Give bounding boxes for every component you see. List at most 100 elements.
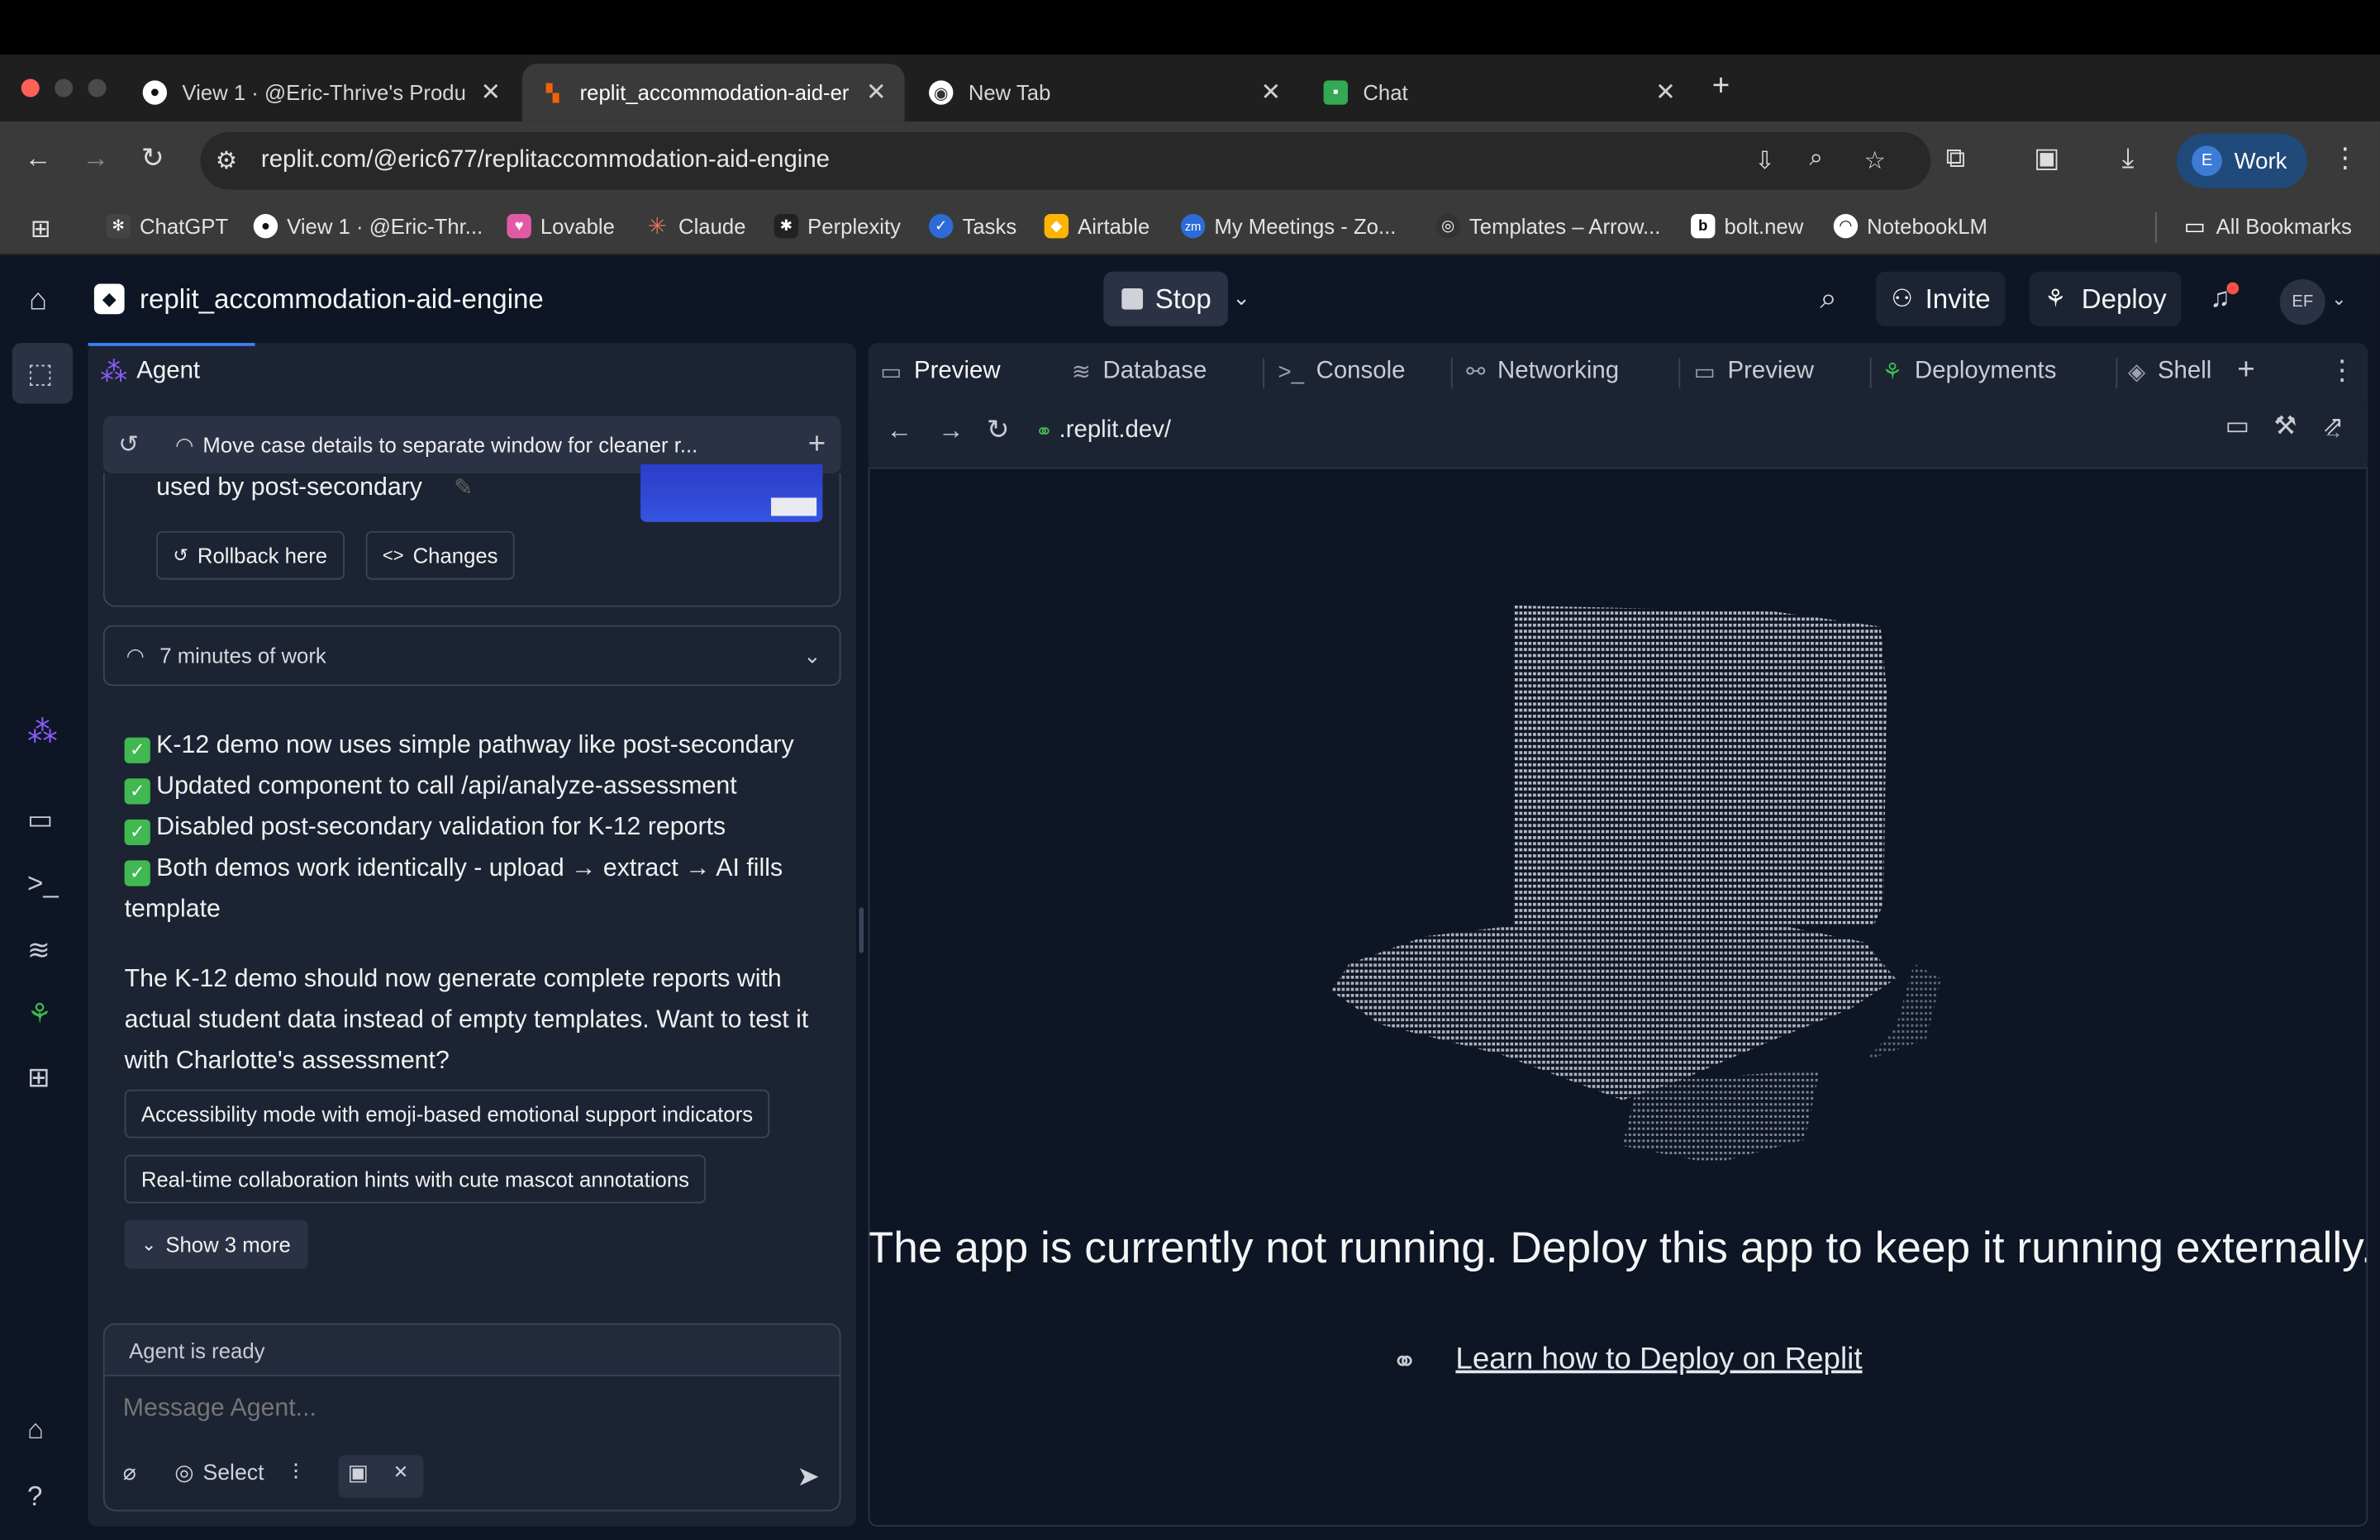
- install-app-icon[interactable]: ⇩: [1754, 145, 1775, 176]
- changes-button[interactable]: <> Changes: [365, 530, 515, 580]
- all-bookmarks-button[interactable]: ▭ All Bookmarks: [2182, 214, 2352, 240]
- checkpoint-title: Move case details to separate window for…: [202, 432, 698, 457]
- omnibox[interactable]: ⚙ replit.com/@eric677/replitaccommodatio…: [200, 131, 1931, 190]
- bookmark-label: NotebookLM: [1867, 213, 1987, 239]
- new-chat-icon[interactable]: +: [808, 427, 826, 462]
- stop-button[interactable]: Stop: [1103, 271, 1228, 326]
- console-icon[interactable]: >_: [27, 868, 59, 901]
- agent-icon[interactable]: ⁂: [27, 713, 58, 751]
- close-window-button[interactable]: [21, 78, 40, 97]
- back-icon[interactable]: ←: [887, 416, 912, 446]
- alerts-icon[interactable]: ⌂: [27, 1414, 44, 1447]
- remove-chip-icon[interactable]: ✕: [393, 1462, 408, 1483]
- omnibox-url[interactable]: replit.com/@eric677/replitaccommodation-…: [261, 147, 830, 174]
- browser-tab-chat[interactable]: ▪ Chat ✕: [1306, 64, 1694, 121]
- bookmark-tasks[interactable]: ✓ Tasks: [929, 213, 1016, 239]
- devtools-wrench-icon[interactable]: ⚒: [2273, 411, 2297, 442]
- tab-agent[interactable]: ⁂ Agent: [100, 343, 200, 401]
- bookmark-lovable[interactable]: ♥ Lovable: [507, 213, 615, 239]
- search-icon[interactable]: ⌕: [1820, 283, 1837, 317]
- repl-name[interactable]: replit_accommodation-aid-engine: [140, 283, 544, 316]
- attach-icon[interactable]: ⌀: [123, 1462, 136, 1485]
- bookmark-zoom[interactable]: zm My Meetings - Zo...: [1180, 213, 1396, 239]
- work-summary-toggle[interactable]: ◠ 7 minutes of work ⌄: [102, 625, 841, 687]
- tab-label: New Tab: [968, 80, 1051, 105]
- settings-sliders-icon[interactable]: ⫶: [293, 1462, 298, 1485]
- tab-database[interactable]: ≋ Database: [1072, 343, 1207, 401]
- apps-grid-icon[interactable]: ⊞: [31, 214, 51, 245]
- tab-shell[interactable]: ◈ Shell: [2128, 343, 2211, 401]
- profile-chip[interactable]: E Work: [2176, 133, 2307, 188]
- home-icon[interactable]: ⌂: [29, 283, 47, 318]
- bookmark-templates[interactable]: ◎ Templates – Arrow...: [1435, 213, 1660, 239]
- all-tools-icon[interactable]: ⊞: [27, 1062, 50, 1095]
- extensions-icon[interactable]: ⧉: [1946, 143, 1966, 175]
- tab-preview[interactable]: ▭ Preview: [880, 343, 1000, 401]
- select-element-button[interactable]: ◎ Select: [174, 1462, 264, 1485]
- edit-icon[interactable]: ✎: [454, 473, 473, 501]
- new-tab-icon[interactable]: +: [1712, 69, 1730, 104]
- bookmark-notebooklm[interactable]: ◠ NotebookLM: [1833, 213, 1987, 239]
- help-icon[interactable]: ?: [27, 1481, 42, 1514]
- screenshot-thumbnail[interactable]: [640, 464, 823, 522]
- minimize-window-button[interactable]: [55, 78, 74, 97]
- forward-icon[interactable]: →: [938, 416, 964, 446]
- invite-button[interactable]: ⚇ Invite: [1876, 271, 2006, 326]
- tab-deployments[interactable]: ⚘ Deployments: [1883, 343, 2057, 401]
- reload-icon[interactable]: ↻: [141, 143, 164, 175]
- tab-preview-2[interactable]: ▭ Preview: [1694, 343, 1814, 401]
- preview-url-bar[interactable]: ⚭ .replit.dev/ →: [1029, 409, 2350, 453]
- tab-networking[interactable]: ⚯ Networking: [1466, 343, 1619, 401]
- rollback-button[interactable]: ↺ Rollback here: [156, 530, 345, 580]
- shell-icon: ◈: [2128, 359, 2146, 386]
- close-tab-icon[interactable]: ✕: [1261, 78, 1282, 108]
- user-avatar[interactable]: EF: [2279, 278, 2325, 326]
- zoom-icon[interactable]: ⌕: [1809, 145, 1822, 173]
- more-options-icon[interactable]: ⋮: [2328, 355, 2355, 387]
- close-tab-icon[interactable]: ✕: [480, 78, 501, 108]
- close-tab-icon[interactable]: ✕: [1655, 78, 1676, 108]
- maximize-window-button[interactable]: [88, 78, 107, 97]
- preview-url[interactable]: .replit.dev/: [1059, 417, 1172, 444]
- cpu-icon[interactable]: ▣: [348, 1462, 369, 1485]
- panel-resize-handle[interactable]: [859, 907, 864, 953]
- reload-icon[interactable]: ↻: [987, 414, 1010, 446]
- preview-icon[interactable]: ▭: [27, 804, 53, 836]
- ascii-top-hat-illustration: [1330, 605, 1942, 1164]
- close-tab-icon[interactable]: ✕: [866, 78, 887, 108]
- message-agent-input[interactable]: [122, 1394, 821, 1424]
- link-icon: ⚭: [1392, 1346, 1418, 1380]
- open-new-window-icon[interactable]: ⇗: [2322, 411, 2344, 442]
- history-icon[interactable]: ↺: [118, 430, 139, 460]
- database-icon[interactable]: ≋: [27, 934, 50, 967]
- back-icon[interactable]: ←: [24, 143, 51, 175]
- chevron-down-icon[interactable]: ⌄: [2331, 288, 2346, 310]
- downloads-icon[interactable]: ⤓: [2122, 143, 2135, 175]
- learn-deploy-link[interactable]: Learn how to Deploy on Replit: [1455, 1343, 1862, 1377]
- bookmark-github[interactable]: ● View 1 · @Eric-Thr...: [253, 213, 483, 239]
- device-toggle-icon[interactable]: ▭: [2225, 411, 2250, 442]
- chevron-down-icon[interactable]: ⌄: [1232, 285, 1250, 311]
- add-tab-icon[interactable]: +: [2237, 354, 2254, 388]
- bookmark-star-icon[interactable]: ☆: [1864, 145, 1885, 176]
- send-icon[interactable]: ➤: [797, 1462, 820, 1494]
- suggestion-chip[interactable]: Accessibility mode with emoji-based emot…: [124, 1089, 770, 1138]
- browser-menu-icon[interactable]: ⋮: [2331, 143, 2359, 175]
- bookmark-perplexity[interactable]: ✱ Perplexity: [774, 213, 901, 239]
- bookmark-bolt[interactable]: b bolt.new: [1691, 213, 1803, 239]
- bookmark-claude[interactable]: ✳ Claude: [645, 214, 746, 240]
- file-tree-icon[interactable]: ⬚: [27, 358, 53, 390]
- deployments-icon[interactable]: ⚘: [27, 999, 52, 1031]
- tab-console[interactable]: >_ Console: [1278, 343, 1406, 401]
- browser-tab-newtab[interactable]: ◉ New Tab ✕: [911, 64, 1299, 121]
- deploy-button[interactable]: ⚘ Deploy: [2029, 271, 2182, 326]
- tab-search-icon[interactable]: ▣: [2034, 143, 2059, 175]
- suggestion-chip[interactable]: Real-time collaboration hints with cute …: [124, 1154, 707, 1204]
- show-more-button[interactable]: ⌄ Show 3 more: [124, 1219, 308, 1269]
- browser-tab-replit[interactable]: ▚ replit_accommodation-aid-er ✕: [521, 64, 905, 121]
- browser-tab-github[interactable]: ● View 1 · @Eric-Thrive's Produ ✕: [125, 64, 520, 121]
- site-settings-icon[interactable]: ⚙: [216, 145, 237, 176]
- bookmark-chatgpt[interactable]: ✻ ChatGPT: [106, 213, 228, 239]
- forward-icon[interactable]: →: [82, 143, 109, 175]
- bookmark-airtable[interactable]: ◆ Airtable: [1044, 213, 1150, 239]
